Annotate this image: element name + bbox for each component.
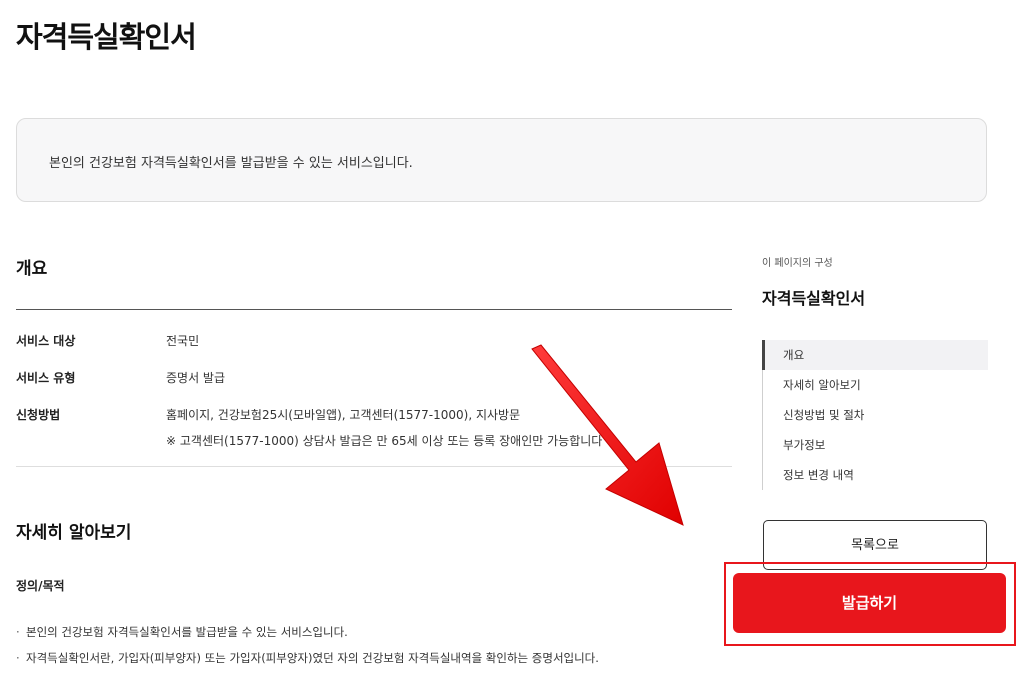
toc-list: 개요 자세히 알아보기 신청방법 및 절차 부가정보 정보 변경 내역 xyxy=(762,340,988,490)
issue-button[interactable]: 발급하기 xyxy=(733,573,1006,633)
section-divider xyxy=(16,309,732,310)
toc-item-additional-info[interactable]: 부가정보 xyxy=(763,430,988,460)
service-target-value: 전국민 xyxy=(166,334,200,348)
bullet-icon: · xyxy=(16,625,20,639)
apply-method-value: 홈페이지, 건강보험25시(모바일앱), 고객센터(1577-1000), 지사… xyxy=(166,408,521,422)
definition-subtitle: 정의/목적 xyxy=(16,579,65,593)
intro-text: 본인의 건강보험 자격득실확인서를 발급받을 수 있는 서비스입니다. xyxy=(49,156,413,171)
list-item: · 자격득실확인서란, 가입자(피부양자) 또는 가입자(피부양자)였던 자의 건… xyxy=(16,650,599,666)
page-title: 자격득실확인서 xyxy=(16,20,197,54)
overview-divider xyxy=(16,466,732,467)
overview-title: 개요 xyxy=(16,259,48,279)
apply-method-note: ※ 고객센터(1577-1000) 상담사 발급은 만 65세 이상 또는 등록… xyxy=(166,434,602,448)
bullet-icon: · xyxy=(16,651,20,665)
bullet-text: 자격득실확인서란, 가입자(피부양자) 또는 가입자(피부양자)였던 자의 건강… xyxy=(26,651,599,665)
intro-box: 본인의 건강보험 자격득실확인서를 발급받을 수 있는 서비스입니다. xyxy=(16,118,987,202)
apply-method-label: 신청방법 xyxy=(16,408,61,422)
toc-item-procedure[interactable]: 신청방법 및 절차 xyxy=(763,400,988,430)
service-type-label: 서비스 유형 xyxy=(16,371,76,385)
detail-title: 자세히 알아보기 xyxy=(16,523,132,543)
toc-caption: 이 페이지의 구성 xyxy=(762,258,833,269)
service-type-value: 증명서 발급 xyxy=(166,371,226,385)
toc-item-overview[interactable]: 개요 xyxy=(762,340,988,370)
toc-title: 자격득실확인서 xyxy=(762,289,866,308)
toc-item-change-history[interactable]: 정보 변경 내역 xyxy=(763,460,988,490)
service-target-label: 서비스 대상 xyxy=(16,334,76,348)
list-item: · 본인의 건강보험 자격득실확인서를 발급받을 수 있는 서비스입니다. xyxy=(16,624,348,640)
bullet-text: 본인의 건강보험 자격득실확인서를 발급받을 수 있는 서비스입니다. xyxy=(26,625,348,639)
toc-item-details[interactable]: 자세히 알아보기 xyxy=(763,370,988,400)
